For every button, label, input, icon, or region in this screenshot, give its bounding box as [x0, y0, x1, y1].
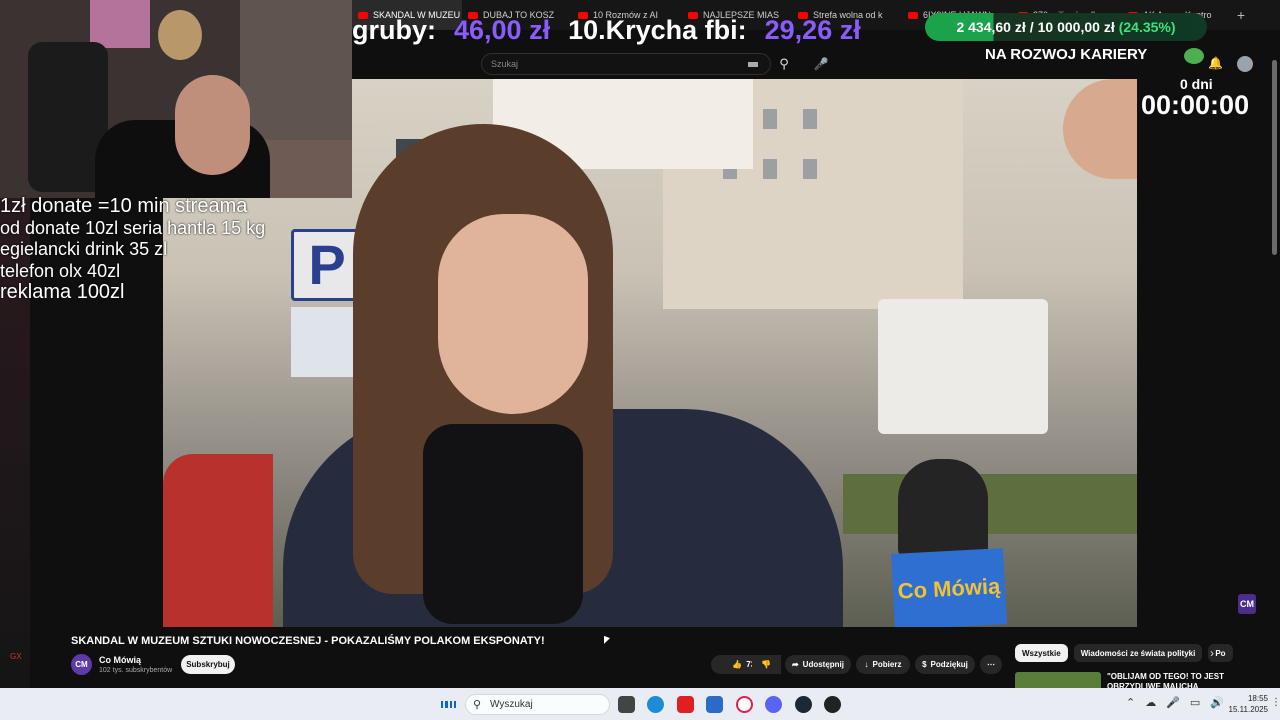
start-icon[interactable]: [440, 696, 457, 713]
bell-icon[interactable]: 🔔: [1208, 56, 1223, 70]
search-placeholder: Szukaj: [491, 59, 519, 69]
donation-rule: egielancki drink 35 zl: [0, 239, 168, 259]
screen: P Co Mówią GX Szukaj ⚲ 🎤 🔔 SKANDAL W MUZ…: [0, 0, 1280, 720]
cloud-icon[interactable]: ☁: [1145, 696, 1156, 709]
account-avatar[interactable]: [1237, 56, 1253, 72]
download-label: Pobierz: [872, 660, 902, 669]
notifications-icon[interactable]: ⋮: [1271, 697, 1280, 708]
thanks-label: Podziękuj: [930, 660, 968, 669]
red-car: [163, 454, 273, 627]
donation-rule: 1zł donate =10 min streama: [0, 195, 248, 217]
volume-icon[interactable]: 🔊: [1210, 696, 1224, 709]
thumbs-up-icon: 👍: [732, 660, 743, 669]
clock-date: 15.11.2025: [1228, 705, 1268, 714]
opera-gx-icon: GX: [10, 652, 22, 661]
donation-rule: od donate 10zl seria hantla 15 kg: [0, 217, 266, 238]
youtube-app-icon[interactable]: [677, 696, 694, 713]
windows-taskbar: [0, 688, 1280, 720]
building-window: [763, 159, 777, 179]
taskbar-search[interactable]: ⚲ Wyszukaj: [465, 694, 610, 715]
desk: [260, 140, 352, 198]
search-icon: ⚲: [473, 699, 482, 711]
white-van: [878, 299, 1048, 434]
donor-label: gruby:: [352, 14, 436, 45]
goal-title: NA ROZWOJ KARIERY: [985, 46, 1148, 63]
goal-target: 10 000,00 zł: [1037, 19, 1115, 35]
file-explorer-icon[interactable]: [618, 696, 635, 713]
steam-icon[interactable]: [795, 696, 812, 713]
taskbar-search-placeholder: Wyszukaj: [490, 699, 533, 710]
teddy-bear: [158, 10, 202, 60]
snipping-tool-icon[interactable]: [706, 696, 723, 713]
thanks-icon: $: [922, 660, 927, 669]
keyboard-icon[interactable]: [748, 62, 758, 67]
search-button[interactable]: ⚲: [771, 53, 797, 75]
donation-ticker: gruby: 46,00 zł 10.Krycha fbi: 29,26 zł: [352, 12, 932, 48]
donation-rules: 1zł donate =10 min streama od donate 10zl…: [0, 195, 290, 304]
donor-amount: 46,00 zł: [454, 14, 551, 45]
channel-avatar[interactable]: CM: [71, 654, 92, 675]
filter-chip[interactable]: Wiadomości ze świata polityki: [1073, 644, 1203, 662]
mouse-cursor: [604, 635, 610, 647]
video-title: SKANDAL W MUZEUM SZTUKI NOWOCZESNEJ - PO…: [71, 635, 545, 647]
system-tray: ⌃ ☁ 🎤 ▭ 🔊: [1126, 696, 1224, 709]
donation-goal-bar: 2 434,60 zł / 10 000,00 zł (24.35%): [925, 13, 1207, 41]
donation-rule: reklama 100zl: [0, 281, 125, 303]
building-window: [803, 109, 817, 129]
recommended-video[interactable]: "OBLIJAM OD TEGO! TO JEST OBRZYDLIWE MAU…: [1015, 672, 1265, 688]
subscribe-button[interactable]: Subskrybuj: [181, 655, 235, 674]
goal-separator: /: [1029, 19, 1034, 35]
new-tab-button[interactable]: +: [1232, 7, 1250, 23]
scrollbar[interactable]: [1272, 60, 1277, 255]
download-icon: ↓: [864, 660, 869, 669]
dislike-button[interactable]: 👎: [752, 655, 780, 674]
download-button[interactable]: ↓ Pobierz: [856, 655, 910, 674]
chevron-up-icon[interactable]: ⌃: [1126, 696, 1135, 709]
display-icon[interactable]: ▭: [1190, 696, 1200, 709]
search-input[interactable]: Szukaj: [481, 53, 771, 75]
streamer-head: [175, 75, 250, 175]
channel-watermark: CM: [1238, 594, 1256, 614]
webcam-overlay: [0, 0, 352, 198]
system-clock[interactable]: 18:55 15.11.2025: [1224, 693, 1268, 715]
donor-label: 10.Krycha fbi:: [568, 14, 747, 45]
channel-name[interactable]: Co Mówią: [99, 655, 141, 665]
stream-timer: 00:00:00: [1141, 90, 1250, 120]
share-button[interactable]: ➦ Udostępnij: [785, 655, 851, 674]
pepe-emote-icon: [1184, 48, 1204, 64]
recommendation-chips: Wszystkie Wiadomości ze świata polityki Po: [1015, 644, 1233, 662]
thumbs-down-icon: 👎: [761, 660, 771, 669]
channel-subscribers: 102 tys. subskrybentów: [99, 667, 173, 674]
donor-amount: 29,26 zł: [764, 14, 861, 45]
microphone: [898, 459, 988, 559]
goal-percent: (24.35%): [1118, 19, 1176, 35]
building-window: [763, 109, 777, 129]
obs-icon[interactable]: [824, 696, 841, 713]
building-window: [803, 159, 817, 179]
voice-search-icon[interactable]: 🎤: [810, 53, 832, 75]
recommended-title[interactable]: "OBLIJAM OD TEGO! TO JEST OBRZYDLIWE MAU…: [1107, 672, 1227, 688]
donation-rule: telefon olx 40zl: [0, 260, 121, 281]
anime-poster: [90, 0, 150, 48]
microphone-tray-icon[interactable]: 🎤: [1166, 696, 1180, 709]
interviewee-scarf: [423, 424, 583, 624]
discord-icon[interactable]: [765, 696, 782, 713]
grass: [843, 474, 1137, 534]
filter-chip[interactable]: Wszystkie: [1015, 644, 1068, 662]
opera-gx-taskbar-icon[interactable]: [736, 696, 753, 713]
share-icon: ➦: [791, 660, 799, 669]
recommended-thumbnail[interactable]: [1015, 672, 1101, 688]
thanks-button[interactable]: $ Podziękuj: [915, 655, 975, 674]
edge-icon[interactable]: [647, 696, 664, 713]
more-actions-button[interactable]: ⋯: [980, 655, 1002, 674]
interviewee-face: [438, 214, 588, 414]
chevron-right-icon[interactable]: ›: [1210, 646, 1214, 660]
interviewer-face: [1063, 79, 1137, 179]
microphone-flag: Co Mówią: [891, 548, 1007, 627]
share-label: Udostępnij: [802, 660, 845, 669]
clock-time: 18:55: [1247, 694, 1268, 703]
goal-current: 2 434,60 zł: [956, 19, 1026, 35]
